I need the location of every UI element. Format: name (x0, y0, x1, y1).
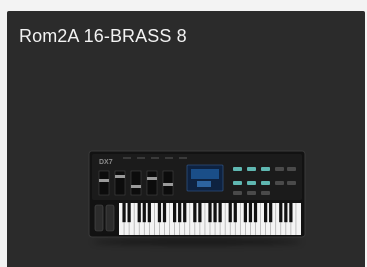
preset-tile[interactable]: Rom2A 16-BRASS 8 DX7 (7, 11, 365, 267)
synthesizer-keyboard-icon: DX7 (87, 145, 307, 245)
synth-shadow (93, 239, 301, 245)
svg-text:DX7: DX7 (99, 159, 113, 166)
synth-illustration: DX7 (88, 150, 306, 238)
preset-title: Rom2A 16-BRASS 8 (19, 26, 187, 46)
